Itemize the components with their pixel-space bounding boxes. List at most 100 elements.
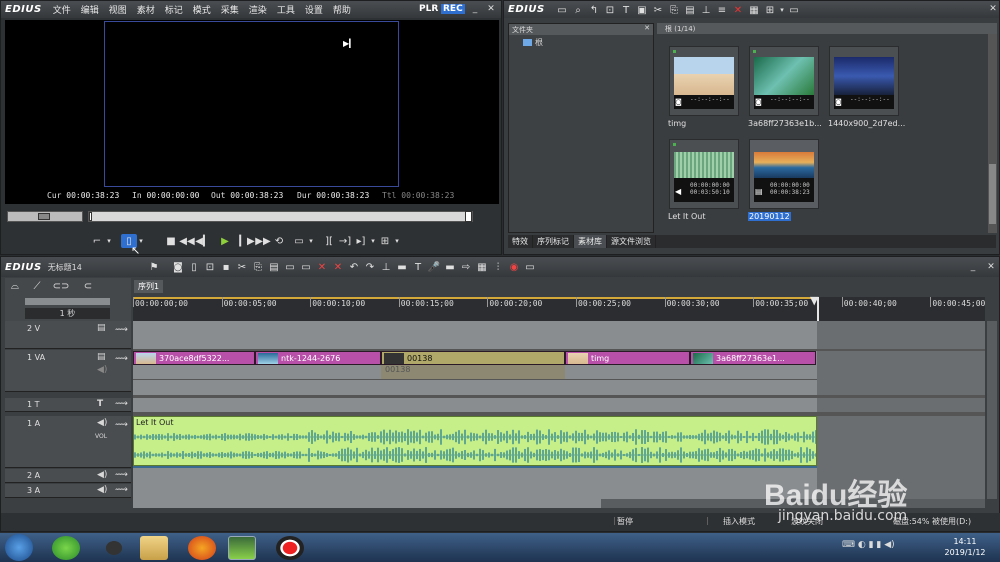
- audio-mixer-icon[interactable]: ⫶: [490, 260, 506, 274]
- folder-pane-close-icon[interactable]: ✕: [644, 24, 650, 32]
- clip-item[interactable]: --:--:--:-- ◙ 3a68ff27363e1b...: [748, 46, 822, 128]
- sequence-tab[interactable]: 序列1: [134, 280, 164, 293]
- recorder-icon[interactable]: [276, 536, 304, 560]
- open-icon[interactable]: ⊡: [602, 3, 618, 17]
- stop-icon[interactable]: ■: [163, 234, 179, 248]
- track-header-2v[interactable]: 2 V ▤ ⟿: [5, 321, 131, 349]
- clip-audio-part[interactable]: 00138: [381, 365, 565, 379]
- sync-track-icon[interactable]: ⟿: [115, 354, 128, 364]
- replace-icon[interactable]: ⊞: [377, 234, 393, 248]
- export-icon[interactable]: ▸]: [353, 234, 369, 248]
- clip-item[interactable]: --:--:--:-- ◙ 1440x900_2d7ed...: [828, 46, 905, 128]
- fast-forward-icon[interactable]: ▶▶: [255, 234, 271, 248]
- bin-close-icon[interactable]: ✕: [987, 3, 999, 15]
- rewind-icon[interactable]: ◀◀: [179, 234, 195, 248]
- set-in-icon[interactable]: ⌐: [89, 234, 105, 248]
- sync-track-icon[interactable]: ⟿: [115, 470, 128, 480]
- tab-source-browser[interactable]: 源文件浏览: [607, 235, 656, 248]
- bin-menu-icon[interactable]: ▭: [786, 3, 802, 17]
- sync-track-icon[interactable]: ⟿: [115, 420, 128, 430]
- timeline-clip[interactable]: timg: [565, 351, 690, 365]
- timeline-minimize-icon[interactable]: _: [967, 261, 979, 273]
- file-explorer-icon[interactable]: [140, 536, 168, 560]
- timeline-vscrollbar[interactable]: [987, 321, 997, 499]
- transition-icon[interactable]: ▬: [394, 260, 410, 274]
- clip-item-selected[interactable]: 00:00:00:00 00:00:38:23 ▤ 20190112: [748, 139, 819, 221]
- timeline-clip[interactable]: 370ace8df5322...: [133, 351, 255, 365]
- ripple-delete-icon[interactable]: ✕: [330, 260, 346, 274]
- track-display-icon[interactable]: ▤: [97, 352, 106, 362]
- menu-help[interactable]: 帮助: [333, 6, 351, 16]
- timeline-clip[interactable]: ntk-1244-2676: [255, 351, 381, 365]
- copy-icon[interactable]: ⎘: [666, 3, 682, 17]
- edius-icon[interactable]: [228, 536, 256, 560]
- up-folder-icon[interactable]: ↰: [586, 3, 602, 17]
- track-display-icon[interactable]: ▤: [97, 323, 106, 333]
- sync-icon[interactable]: ⟋: [29, 279, 45, 293]
- folder-root[interactable]: 根: [509, 35, 653, 50]
- qq-icon[interactable]: [100, 536, 128, 560]
- track-header-1va[interactable]: 1 VA ▤ ◀) ⟿: [5, 350, 131, 392]
- timeline-add-icon[interactable]: ⊥: [698, 3, 714, 17]
- timeline-clip[interactable]: 3a68ff27363e1...: [690, 351, 816, 365]
- menu-marker[interactable]: 标记: [165, 6, 183, 16]
- scrub-bar[interactable]: [88, 211, 473, 222]
- clip-item[interactable]: --:--:--:-- ◙ timg: [668, 46, 739, 128]
- view-icon[interactable]: ⊞: [762, 3, 778, 17]
- insert-icon[interactable]: ][: [321, 234, 337, 248]
- track-header-1a[interactable]: 1 A VOL ◀) ⟿: [5, 416, 131, 468]
- paste-icon[interactable]: ▤: [266, 260, 282, 274]
- title-add-icon[interactable]: T: [410, 260, 426, 274]
- speaker-icon[interactable]: ◀): [97, 470, 107, 480]
- menu-clip[interactable]: 素材: [137, 6, 155, 16]
- clip-item[interactable]: 00:00:00:00 00:03:50:10 ◀ Let It Out: [668, 139, 739, 221]
- timeline-close-icon[interactable]: ✕: [985, 261, 997, 273]
- speaker-icon[interactable]: ◀): [97, 365, 107, 375]
- menu-edit[interactable]: 编辑: [81, 6, 99, 16]
- menu-capture[interactable]: 采集: [221, 6, 239, 16]
- cut-icon[interactable]: ✂: [234, 260, 250, 274]
- start-button[interactable]: [5, 534, 33, 561]
- sync-track-icon[interactable]: ⟿: [115, 325, 128, 335]
- speaker-icon[interactable]: ◀): [97, 485, 107, 495]
- multicam-icon[interactable]: ▦: [474, 260, 490, 274]
- timeline-clip[interactable]: 00138: [381, 351, 565, 365]
- minimize-icon[interactable]: _: [469, 3, 481, 15]
- track-header-3a[interactable]: 3 A ◀) ⟿: [5, 484, 131, 498]
- properties-icon[interactable]: ▦: [746, 3, 762, 17]
- cut-icon[interactable]: ✂: [650, 3, 666, 17]
- clip-scrollbar[interactable]: [988, 34, 997, 233]
- overwrite-icon[interactable]: →]: [337, 234, 353, 248]
- sync-track-icon[interactable]: ⟿: [115, 485, 128, 495]
- output-icon[interactable]: ▭: [291, 234, 307, 248]
- clock[interactable]: 14:11 2019/1/12: [932, 536, 998, 558]
- close-icon[interactable]: ✕: [485, 3, 497, 15]
- layout-icon[interactable]: ▭: [522, 260, 538, 274]
- step-back-icon[interactable]: ◀▎: [195, 234, 211, 248]
- snapshot-icon[interactable]: ◙: [170, 260, 186, 274]
- tab-sequence-markers[interactable]: 序列标记: [533, 235, 574, 248]
- rec-button[interactable]: REC: [441, 4, 465, 14]
- menu-view[interactable]: 视图: [109, 6, 127, 16]
- firefox-icon[interactable]: [188, 536, 216, 560]
- audio-clip[interactable]: Let It Out: [133, 416, 817, 466]
- app-360-icon[interactable]: [52, 536, 80, 560]
- menu-tools[interactable]: 工具: [277, 6, 295, 16]
- track-header-1t[interactable]: 1 T T ⟿: [5, 398, 131, 412]
- menu-mode[interactable]: 模式: [193, 6, 211, 16]
- timeline-scrollbar[interactable]: [133, 499, 985, 508]
- ungroup-icon[interactable]: ▭: [298, 260, 314, 274]
- step-forward-icon[interactable]: ▎▶: [239, 234, 255, 248]
- speaker-icon[interactable]: ◀): [97, 418, 107, 428]
- search-icon[interactable]: ⌕: [570, 3, 586, 17]
- save-icon[interactable]: ▪: [218, 260, 234, 274]
- open-project-icon[interactable]: ⊡: [202, 260, 218, 274]
- export-file-icon[interactable]: ⇨: [458, 260, 474, 274]
- delete-clip-icon[interactable]: ✕: [314, 260, 330, 274]
- loop-icon[interactable]: ⟲: [271, 234, 287, 248]
- mixer-icon[interactable]: ▬: [442, 260, 458, 274]
- title-icon[interactable]: T: [618, 3, 634, 17]
- tab-bin[interactable]: 素材库: [574, 235, 607, 248]
- shuttle-slider[interactable]: [7, 211, 83, 222]
- copy-icon[interactable]: ⎘: [250, 260, 266, 274]
